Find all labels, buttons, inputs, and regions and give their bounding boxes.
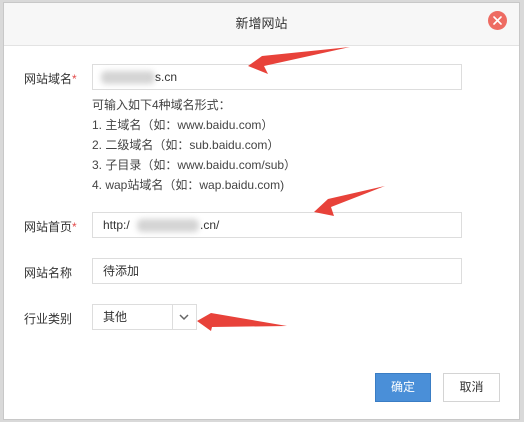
annotation-arrow (197, 313, 287, 331)
annotation-arrows (197, 47, 385, 331)
annotation-arrow (248, 47, 350, 74)
annotation-arrow (314, 186, 385, 216)
